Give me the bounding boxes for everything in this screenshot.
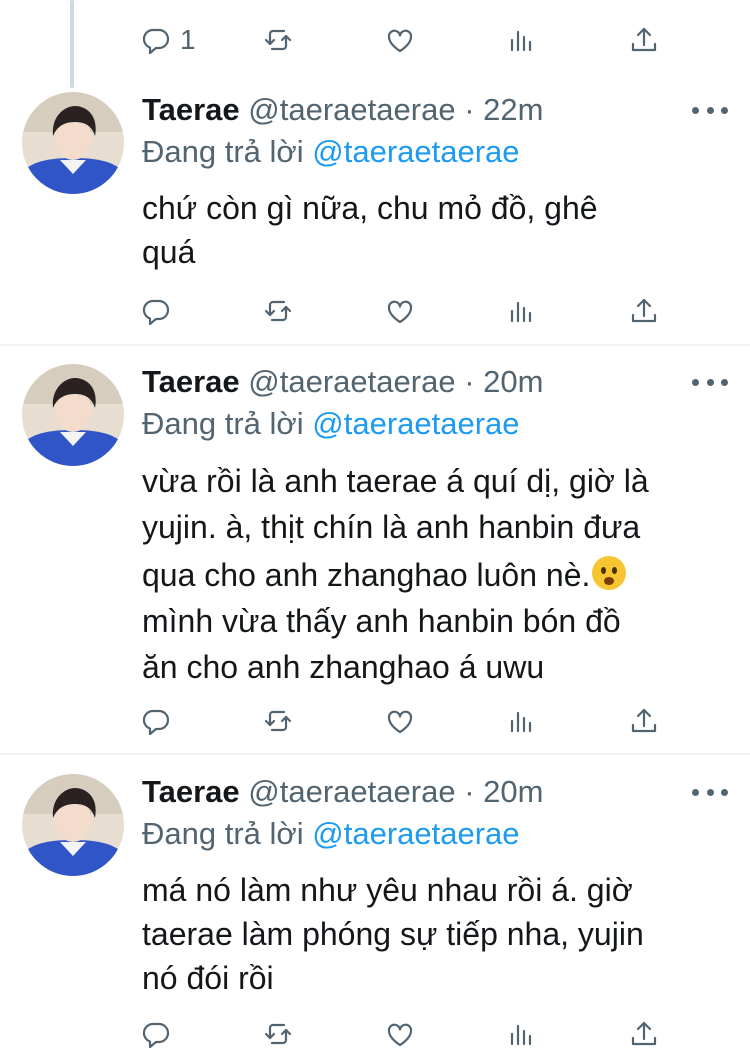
- user-handle[interactable]: @taeraetaerae: [248, 92, 455, 127]
- replying-to: Đang trả lời @taeraetaerae: [142, 132, 520, 172]
- more-horizontal-icon: [692, 378, 699, 386]
- heart-icon: [387, 710, 413, 734]
- more-horizontal-icon: [692, 788, 699, 796]
- analytics-icon: [510, 711, 532, 733]
- retweet-button[interactable]: [262, 291, 294, 331]
- replying-to: Đang trả lời @taeraetaerae: [142, 404, 520, 444]
- tweet-divider: [0, 344, 750, 346]
- retweet-icon: [264, 1023, 292, 1045]
- avatar[interactable]: [22, 774, 124, 876]
- timestamp[interactable]: 22m: [483, 92, 543, 127]
- retweet-icon: [264, 29, 292, 51]
- reply-button[interactable]: [140, 701, 172, 741]
- share-button[interactable]: [628, 701, 660, 741]
- views-button[interactable]: [506, 701, 538, 741]
- heart-icon: [387, 300, 413, 324]
- reply-count: 1: [180, 24, 196, 55]
- replying-mention-link[interactable]: @taeraetaerae: [312, 816, 519, 851]
- heart-icon: [387, 1023, 413, 1047]
- avatar[interactable]: [22, 92, 124, 194]
- tweet-actions: [140, 1014, 680, 1054]
- replying-mention-link[interactable]: @taeraetaerae: [312, 134, 519, 169]
- tweet-divider: [0, 753, 750, 755]
- like-button[interactable]: [384, 291, 416, 331]
- tweet-text-line: má nó làm như yêu nhau rồi á. giờ: [142, 872, 633, 908]
- parent-tweet-actions: 1: [140, 20, 680, 60]
- analytics-icon: [510, 1024, 532, 1046]
- display-name[interactable]: Taerae: [142, 92, 240, 127]
- tweet-text-line: ăn cho anh zhanghao á uwu: [142, 649, 545, 685]
- more-options-button[interactable]: [692, 376, 728, 388]
- retweet-icon: [264, 710, 292, 732]
- user-handle[interactable]: @taeraetaerae: [248, 774, 455, 809]
- views-button[interactable]: [506, 20, 538, 60]
- timestamp[interactable]: 20m: [483, 774, 543, 809]
- tweet-text-line: taerae làm phóng sự tiếp nha, yujin: [142, 916, 644, 952]
- reply-icon: [142, 709, 170, 736]
- tweet-text: vừa rồi là anh taerae á quí dị, giờ là y…: [142, 458, 722, 690]
- tweet-text-line: chứ còn gì nữa, chu mỏ đồ, ghê: [142, 190, 598, 226]
- tweet-text-line: quá: [142, 234, 196, 270]
- retweet-button[interactable]: [262, 701, 294, 741]
- tweet-actions: [140, 291, 680, 331]
- replying-prefix: Đang trả lời: [142, 816, 304, 851]
- share-icon: [631, 1021, 657, 1046]
- retweet-button[interactable]: [262, 20, 294, 60]
- more-horizontal-icon: [692, 106, 699, 114]
- tweet-text-line: qua cho anh zhanghao luôn nè.: [142, 552, 722, 598]
- hand-over-mouth-emoji-icon: [592, 556, 627, 590]
- tweet-actions: [140, 701, 680, 741]
- share-button[interactable]: [628, 1014, 660, 1054]
- share-icon: [631, 708, 657, 733]
- share-icon: [631, 27, 657, 52]
- thread-connector-line: [70, 0, 74, 88]
- tweet-text-line: yujin. à, thịt chín là anh hanbin đưa: [142, 509, 641, 545]
- reply-button[interactable]: 1: [140, 20, 196, 60]
- reply-button[interactable]: [140, 1014, 172, 1054]
- tweet-header: Taerae @taeraetaerae · 20m: [142, 772, 543, 812]
- tweet-text-line: vừa rồi là anh taerae á quí dị, giờ là: [142, 463, 649, 499]
- reply-button[interactable]: [140, 291, 172, 331]
- tweet-text: chứ còn gì nữa, chu mỏ đồ, ghê quá: [142, 186, 722, 274]
- avatar[interactable]: [22, 364, 124, 466]
- tweet-header: Taerae @taeraetaerae · 22m: [142, 90, 543, 130]
- more-options-button[interactable]: [692, 104, 728, 116]
- replying-prefix: Đang trả lời: [142, 134, 304, 169]
- user-handle[interactable]: @taeraetaerae: [248, 364, 455, 399]
- analytics-icon: [510, 30, 532, 52]
- separator-dot: ·: [464, 92, 475, 127]
- analytics-icon: [510, 301, 532, 323]
- display-name[interactable]: Taerae: [142, 364, 240, 399]
- tweet-header: Taerae @taeraetaerae · 20m: [142, 362, 543, 402]
- share-button[interactable]: [628, 20, 660, 60]
- reply-icon: [142, 1022, 170, 1049]
- replying-mention-link[interactable]: @taeraetaerae: [312, 406, 519, 441]
- display-name[interactable]: Taerae: [142, 774, 240, 809]
- replying-prefix: Đang trả lời: [142, 406, 304, 441]
- share-button[interactable]: [628, 291, 660, 331]
- more-options-button[interactable]: [692, 786, 728, 798]
- separator-dot: ·: [464, 774, 475, 809]
- like-button[interactable]: [384, 1014, 416, 1054]
- timestamp[interactable]: 20m: [483, 364, 543, 399]
- heart-icon: [387, 29, 413, 53]
- reply-icon: [142, 299, 170, 326]
- replying-to: Đang trả lời @taeraetaerae: [142, 814, 520, 854]
- retweet-button[interactable]: [262, 1014, 294, 1054]
- tweet-text-segment: qua cho anh zhanghao luôn nè.: [142, 557, 591, 593]
- like-button[interactable]: [384, 701, 416, 741]
- tweet-text: má nó làm như yêu nhau rồi á. giờ taerae…: [142, 868, 722, 1000]
- views-button[interactable]: [506, 1014, 538, 1054]
- tweet-text-line: nó đói rồi: [142, 960, 274, 996]
- views-button[interactable]: [506, 291, 538, 331]
- tweet-text-line: mình vừa thấy anh hanbin bón đồ: [142, 603, 621, 639]
- reply-icon: [142, 28, 170, 55]
- separator-dot: ·: [464, 364, 475, 399]
- share-icon: [631, 298, 657, 323]
- like-button[interactable]: [384, 20, 416, 60]
- retweet-icon: [264, 300, 292, 322]
